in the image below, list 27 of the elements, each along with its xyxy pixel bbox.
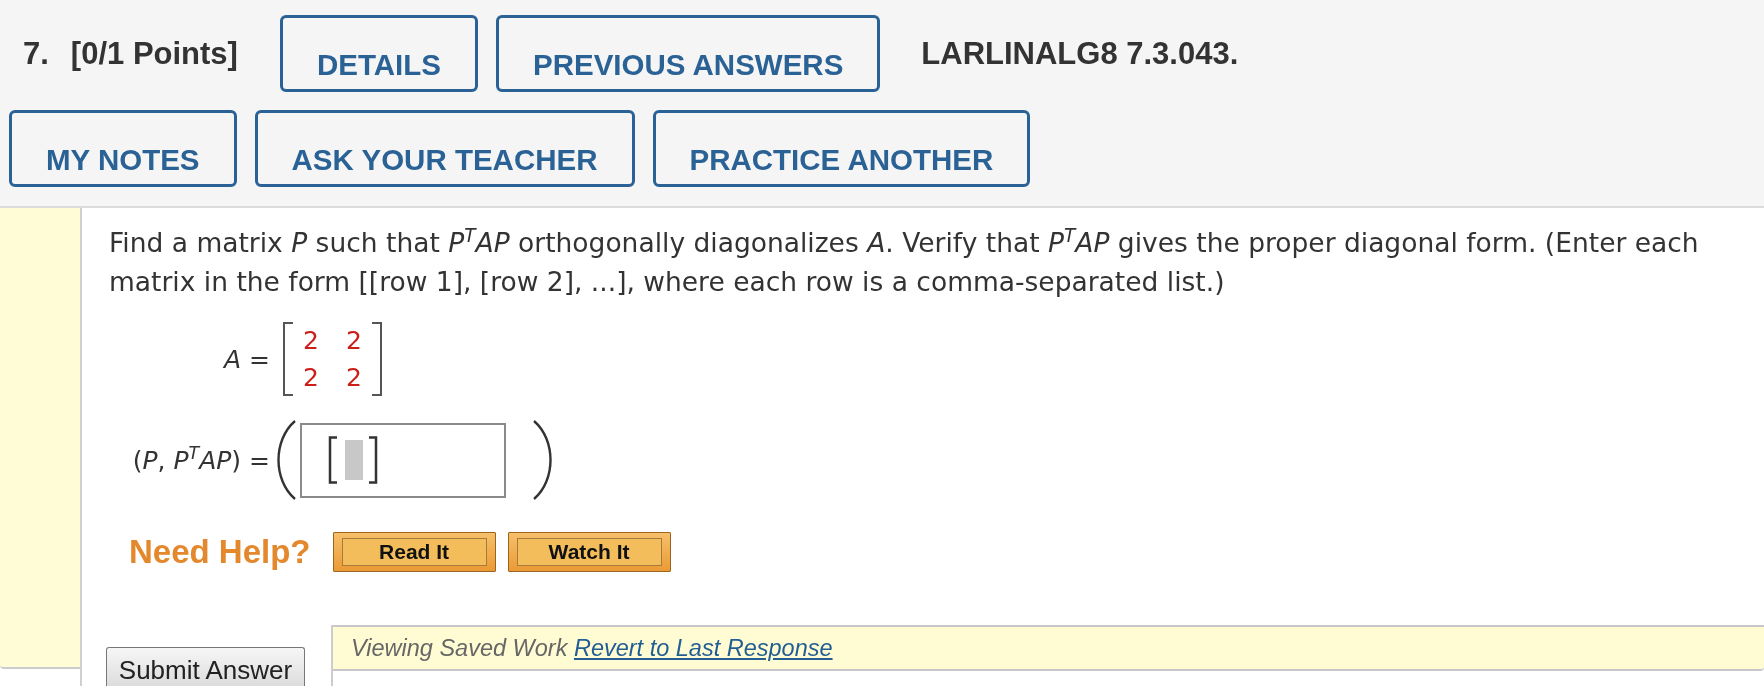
help-button[interactable]: Watch It bbox=[507, 532, 671, 572]
header-button[interactable]: PRACTICE ANOTHER bbox=[652, 110, 1031, 187]
right-bracket-icon bbox=[371, 322, 382, 396]
math-label: A = bbox=[224, 344, 270, 374]
matrix-entry: 2 bbox=[345, 362, 362, 394]
question-text: Find a matrix P such that P$^{T}$AP orthogonally diagonalizes A. Verify that P$^{T}$AP gives the proper diagonal form. (Enter each matrix in the form [[row 1], [row 2], ...], where each row is a comma-separated list.) bbox=[109, 223, 1700, 299]
left-bracket-icon bbox=[283, 322, 293, 396]
saved-work-notice: Viewing Saved Work Revert to Last Response bbox=[351, 634, 833, 662]
revert-link[interactable]: Revert to Last Response bbox=[573, 634, 833, 661]
problem-id: LARLINALG8 7.3.043. bbox=[921, 35, 1239, 72]
answer-field[interactable] bbox=[300, 422, 506, 498]
question-number: 7. bbox=[23, 35, 49, 72]
matrix-entry: 2 bbox=[345, 325, 362, 357]
math-label: (P, P$^{T}$AP) = bbox=[132, 445, 270, 475]
empty-matrix-icon bbox=[328, 436, 378, 484]
submit-button[interactable]: Submit Answer bbox=[106, 647, 305, 686]
matrix-entry: 2 bbox=[303, 325, 319, 357]
need-help-label: Need Help? bbox=[129, 533, 311, 571]
header-button[interactable]: DETAILS bbox=[279, 15, 478, 92]
header-button[interactable]: ASK YOUR TEACHER bbox=[254, 110, 635, 187]
matrix-entry: 2 bbox=[303, 362, 319, 394]
points-label: [0/1 Points] bbox=[70, 35, 238, 72]
left-paren-icon bbox=[277, 420, 297, 500]
header-button[interactable]: MY NOTES bbox=[9, 110, 237, 187]
right-paren-icon bbox=[532, 420, 552, 500]
help-button[interactable]: Read It bbox=[332, 532, 496, 572]
header-button[interactable]: PREVIOUS ANSWERS bbox=[495, 15, 881, 92]
